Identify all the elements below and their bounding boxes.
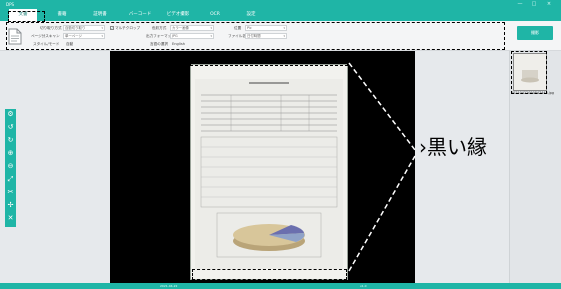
annotation-caption: ›黒い縁 (419, 135, 487, 159)
app-window: DPS — □ × 文書 書籍 証明書 バーコード ビデオ撮影 OCR 設定 切… (0, 0, 561, 289)
